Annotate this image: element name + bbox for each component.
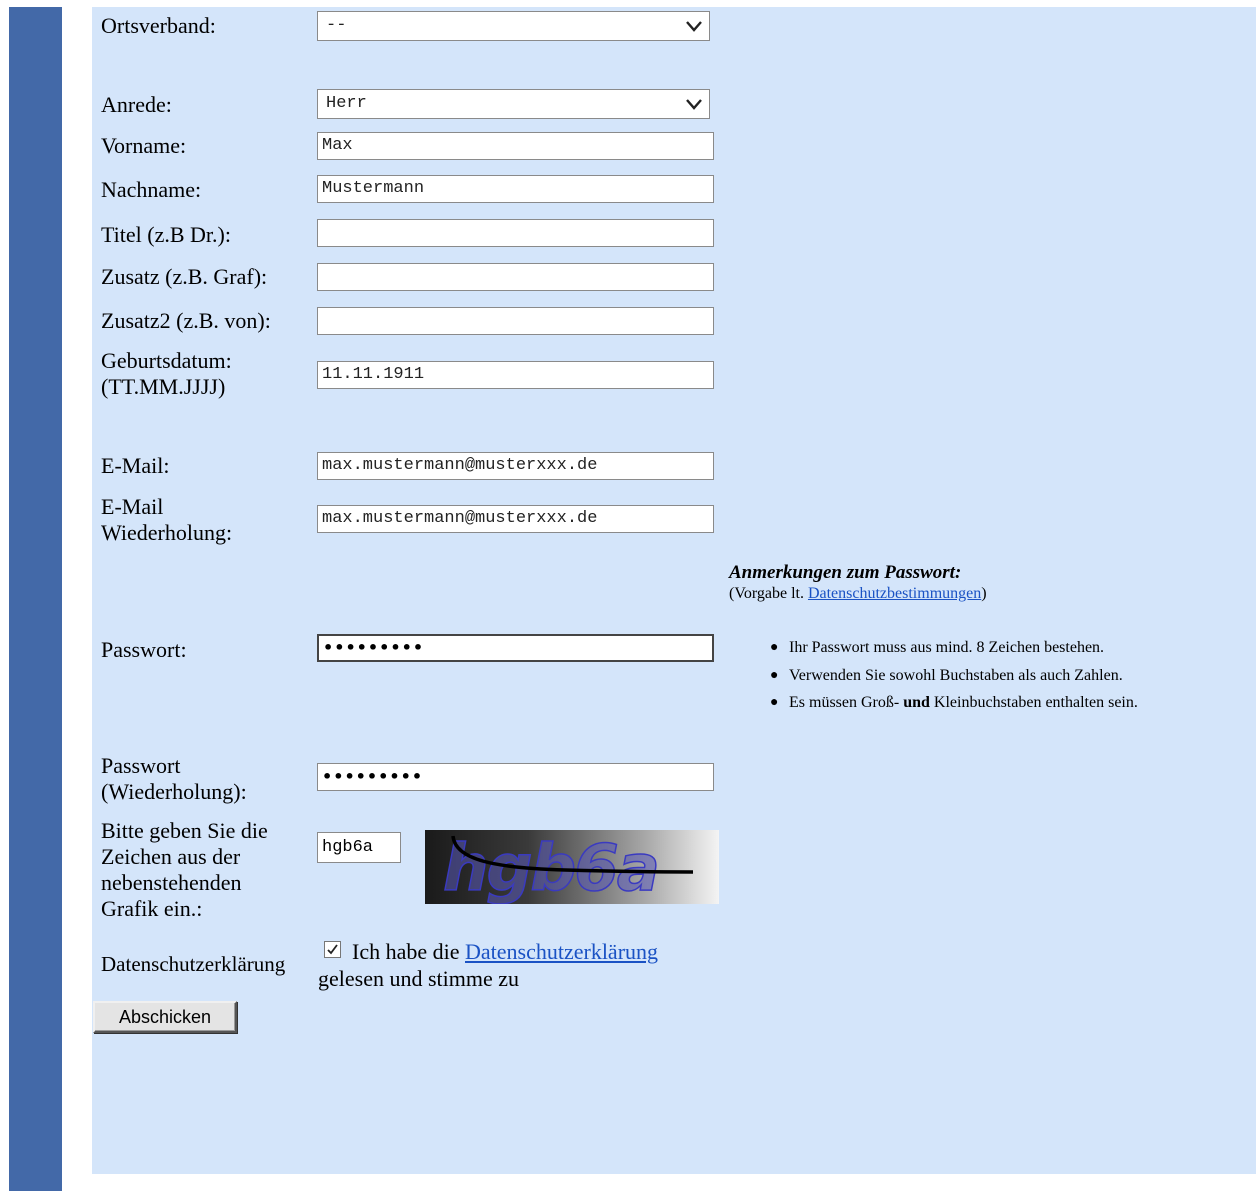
chevron-down-icon xyxy=(686,21,702,32)
consent-text-after: gelesen und stimme zu xyxy=(318,966,520,991)
datenschutz-label: Datenschutzerklärung xyxy=(101,952,286,976)
zusatz-input[interactable] xyxy=(317,263,714,291)
passwort-input[interactable]: ••••••••• xyxy=(317,634,714,662)
nachname-label: Nachname: xyxy=(101,177,202,202)
geburtsdatum-label: Geburtsdatum: (TT.MM.JJJJ) xyxy=(101,348,232,400)
email-label: E-Mail: xyxy=(101,453,170,478)
consent-text-before: Ich habe die xyxy=(352,939,460,964)
anrede-label: Anrede: xyxy=(101,92,172,117)
passwort-repeat-masked-value: ••••••••• xyxy=(322,767,424,786)
bullet-icon: ● xyxy=(770,667,779,683)
passwort-label: Passwort: xyxy=(101,637,187,662)
anrede-select[interactable]: Herr xyxy=(317,89,710,119)
datenschutzerklaerung-link[interactable]: Datenschutzerklärung xyxy=(465,939,658,964)
page: Ortsverband: -- Anrede: Herr Vorname: Ma… xyxy=(0,0,1256,1191)
zusatz2-label: Zusatz2 (z.B. von): xyxy=(101,308,271,333)
list-item: ● Es müssen Groß- und Kleinbuchstaben ent… xyxy=(770,692,1138,720)
passwort-repeat-label-line2: (Wiederholung): xyxy=(101,779,247,804)
nachname-input[interactable]: Mustermann xyxy=(317,175,714,203)
email-repeat-label-line1: E-Mail xyxy=(101,494,164,519)
password-notes-sub-suffix: ) xyxy=(981,585,987,602)
vorname-input[interactable]: Max xyxy=(317,132,714,160)
password-rule-bold: und xyxy=(903,694,930,711)
password-notes-title: Anmerkungen zum Passwort: xyxy=(729,562,962,583)
email-repeat-label-line2: Wiederholung: xyxy=(101,520,233,545)
left-sidebar-bar xyxy=(9,7,62,1191)
bullet-icon: ● xyxy=(770,695,779,710)
passwort-repeat-input[interactable]: ••••••••• xyxy=(317,763,714,791)
passwort-masked-value: ••••••••• xyxy=(323,638,425,657)
bullet-icon: ● xyxy=(770,640,779,655)
geburtsdatum-label-line1: Geburtsdatum: xyxy=(101,348,232,373)
captcha-label-line1: Bitte geben Sie die xyxy=(101,818,268,843)
email-repeat-label: E-Mail Wiederholung: xyxy=(101,494,232,546)
list-item: ● Ihr Passwort muss aus mind. 8 Zeichen b… xyxy=(770,637,1138,665)
chevron-down-icon xyxy=(686,99,702,110)
password-rules-list: ● Ihr Passwort muss aus mind. 8 Zeichen b… xyxy=(770,637,1138,720)
password-rule-text: Verwenden Sie sowohl Buchstaben als auch… xyxy=(789,666,1123,684)
captcha-label-line4: Grafik ein.: xyxy=(101,896,203,921)
titel-input[interactable] xyxy=(317,219,714,247)
consent-text: Ich habe die Datenschutzerklärung gelese… xyxy=(318,938,738,992)
captcha-label-line3: nebenstehenden xyxy=(101,870,242,895)
submit-button[interactable]: Abschicken xyxy=(93,1001,237,1033)
ortsverband-select[interactable]: -- xyxy=(317,11,710,41)
geburtsdatum-input[interactable]: 11.11.1911 xyxy=(317,361,714,389)
titel-label: Titel (z.B Dr.): xyxy=(101,222,231,247)
email-repeat-input[interactable]: max.mustermann@musterxxx.de xyxy=(317,505,714,533)
password-rule-text-start: Es müssen Groß- xyxy=(789,694,904,711)
password-rule-text: Ihr Passwort muss aus mind. 8 Zeichen be… xyxy=(789,639,1105,656)
ortsverband-selected-value: -- xyxy=(326,16,347,35)
captcha-input[interactable]: hgb6a xyxy=(317,832,401,863)
password-notes-sub-prefix: (Vorgabe lt. xyxy=(729,585,808,602)
password-notes-subtitle: (Vorgabe lt. Datenschutzbestimmungen) xyxy=(729,585,987,603)
passwort-repeat-label: Passwort (Wiederholung): xyxy=(101,753,247,805)
checkmark-icon xyxy=(327,944,338,955)
vorname-label: Vorname: xyxy=(101,133,187,158)
email-input[interactable]: max.mustermann@musterxxx.de xyxy=(317,452,714,480)
zusatz2-input[interactable] xyxy=(317,307,714,335)
ortsverband-label: Ortsverband: xyxy=(101,13,216,38)
captcha-label: Bitte geben Sie die Zeichen aus der nebe… xyxy=(101,818,268,922)
zusatz-label: Zusatz (z.B. Graf): xyxy=(101,264,268,289)
geburtsdatum-label-line2: (TT.MM.JJJJ) xyxy=(101,374,226,399)
list-item: ● Verwenden Sie sowohl Buchstaben als auc… xyxy=(770,665,1138,693)
captcha-label-line2: Zeichen aus der xyxy=(101,844,241,869)
consent-checkbox[interactable] xyxy=(324,941,341,958)
passwort-repeat-label-line1: Passwort xyxy=(101,753,181,778)
anrede-selected-value: Herr xyxy=(326,94,367,113)
datenschutzbestimmungen-link[interactable]: Datenschutzbestimmungen xyxy=(808,585,981,602)
password-rule-text-end: Kleinbuchstaben enthalten sein. xyxy=(929,694,1138,711)
captcha-image: hgb6a xyxy=(425,830,719,904)
